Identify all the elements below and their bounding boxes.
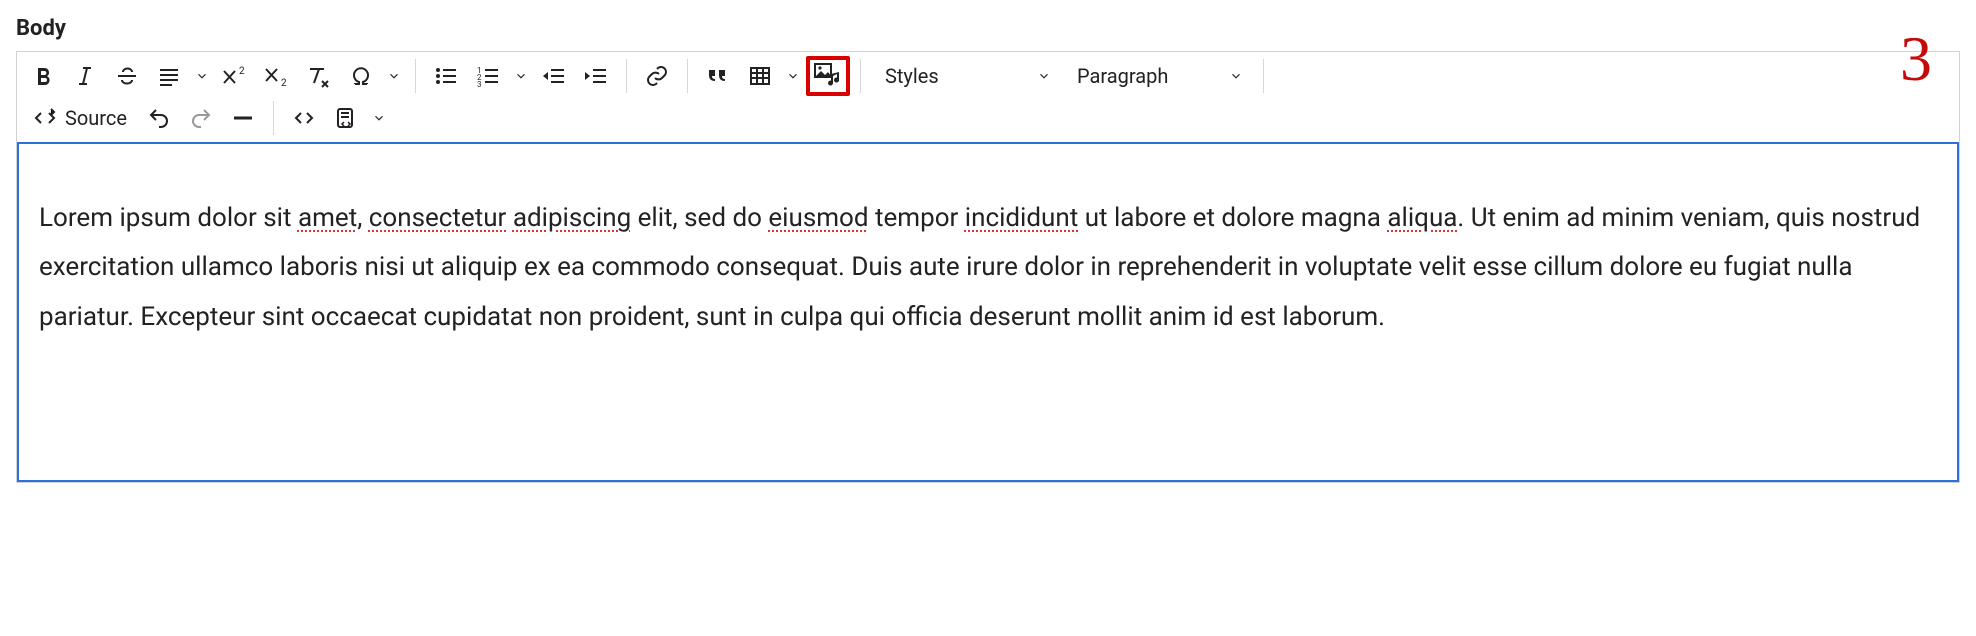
rich-text-editor: 2 2 xyxy=(16,51,1960,483)
link-button[interactable] xyxy=(637,56,677,96)
spellcheck-word: consectetur xyxy=(369,203,507,233)
italic-button[interactable] xyxy=(65,56,105,96)
content-paragraph: Lorem ipsum dolor sit amet, consectetur … xyxy=(39,194,1937,342)
toolbar-separator xyxy=(626,59,627,93)
field-label: Body xyxy=(16,16,1960,41)
toolbar-separator xyxy=(415,59,416,93)
spellcheck-word: amet xyxy=(298,203,357,233)
superscript-button[interactable]: 2 xyxy=(215,56,255,96)
toolbar-separator xyxy=(273,101,274,135)
insert-media-button[interactable] xyxy=(806,56,850,96)
editor-content[interactable]: Lorem ipsum dolor sit amet, consectetur … xyxy=(17,142,1959,482)
templates-dropdown-chevron[interactable] xyxy=(368,98,390,138)
special-character-dropdown-chevron[interactable] xyxy=(383,56,405,96)
spellcheck-word: eiusmod xyxy=(768,203,868,233)
svg-text:2: 2 xyxy=(281,78,287,88)
subscript-button[interactable]: 2 xyxy=(257,56,297,96)
numbered-list-dropdown-chevron[interactable] xyxy=(510,56,532,96)
indent-button[interactable] xyxy=(576,56,616,96)
table-dropdown-chevron[interactable] xyxy=(782,56,804,96)
undo-button[interactable] xyxy=(139,98,179,138)
strikethrough-button[interactable] xyxy=(107,56,147,96)
toolbar-separator xyxy=(860,59,861,93)
chevron-down-icon xyxy=(1037,69,1051,83)
remove-format-button[interactable] xyxy=(299,56,339,96)
outdent-button[interactable] xyxy=(534,56,574,96)
source-button-label: Source xyxy=(65,106,127,130)
table-button[interactable] xyxy=(740,56,780,96)
source-button[interactable]: Source xyxy=(23,98,137,138)
numbered-list-button[interactable]: 123 xyxy=(468,56,508,96)
bold-button[interactable] xyxy=(23,56,63,96)
align-dropdown-chevron[interactable] xyxy=(191,56,213,96)
svg-text:2: 2 xyxy=(239,66,245,77)
redo-button[interactable] xyxy=(181,98,221,138)
code-button[interactable] xyxy=(284,98,324,138)
svg-text:3: 3 xyxy=(477,80,482,88)
spellcheck-word: aliqua xyxy=(1387,203,1457,233)
styles-dropdown[interactable]: Styles xyxy=(871,56,1061,96)
toolbar-separator xyxy=(1263,59,1264,93)
horizontal-rule-button[interactable] xyxy=(223,98,263,138)
spellcheck-word: incididunt xyxy=(965,203,1078,233)
align-button[interactable] xyxy=(149,56,189,96)
chevron-down-icon xyxy=(1229,69,1243,83)
special-character-button[interactable] xyxy=(341,56,381,96)
templates-button[interactable] xyxy=(326,98,366,138)
annotation-number: 3 xyxy=(1900,22,1932,96)
format-dropdown-label: Paragraph xyxy=(1077,64,1168,88)
source-icon xyxy=(33,106,57,130)
format-dropdown[interactable]: Paragraph xyxy=(1063,56,1253,96)
editor-toolbar: 2 2 xyxy=(17,52,1959,142)
spellcheck-word: adipiscing xyxy=(513,203,631,233)
bulleted-list-button[interactable] xyxy=(426,56,466,96)
blockquote-button[interactable] xyxy=(698,56,738,96)
styles-dropdown-label: Styles xyxy=(885,64,939,88)
toolbar-separator xyxy=(687,59,688,93)
